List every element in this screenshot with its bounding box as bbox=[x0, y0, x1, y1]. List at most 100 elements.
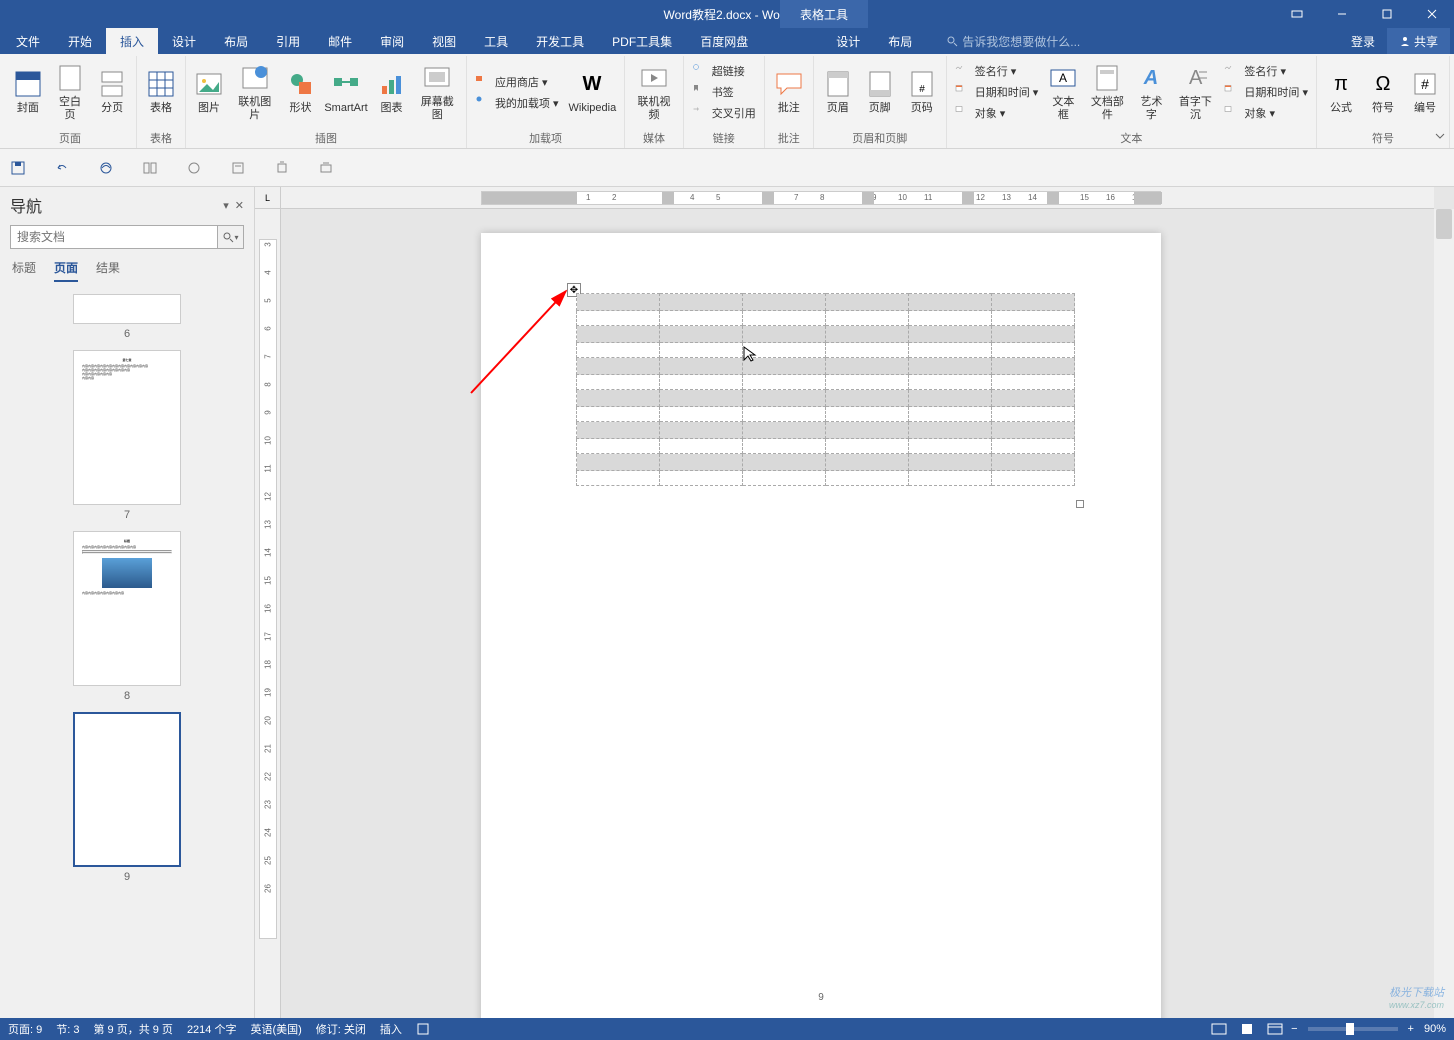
tab-layout[interactable]: 布局 bbox=[210, 28, 262, 54]
ribbon-shapes[interactable]: 形状 bbox=[282, 66, 320, 117]
qa-btn-8[interactable] bbox=[316, 158, 336, 178]
tab-references[interactable]: 引用 bbox=[262, 28, 314, 54]
minimize-button[interactable] bbox=[1319, 0, 1364, 28]
undo-icon[interactable] bbox=[52, 158, 72, 178]
zoom-slider[interactable] bbox=[1308, 1027, 1398, 1031]
tab-file[interactable]: 文件 bbox=[2, 28, 54, 54]
tab-table-layout[interactable]: 布局 bbox=[874, 28, 926, 54]
qa-btn-4[interactable] bbox=[140, 158, 160, 178]
tab-insert[interactable]: 插入 bbox=[106, 28, 158, 54]
view-read-mode[interactable] bbox=[1207, 1020, 1231, 1038]
tab-view[interactable]: 视图 bbox=[418, 28, 470, 54]
nav-search-button[interactable]: ▾ bbox=[218, 225, 244, 249]
zoom-out-button[interactable]: − bbox=[1291, 1023, 1297, 1035]
page-thumbnail-8[interactable]: 标题内容内容内容内容内容内容内容内容内容内容内容内容内容内容内容内容8 bbox=[73, 531, 181, 708]
ribbon-table[interactable]: 表格 bbox=[141, 66, 181, 117]
ribbon-store[interactable]: 应用商店 ▾ bbox=[471, 72, 563, 92]
nav-tab-results[interactable]: 结果 bbox=[96, 259, 120, 282]
ribbon-cover[interactable]: 封面 bbox=[8, 66, 48, 117]
page-thumbnail-7[interactable]: 第七章内容内容内容内容内容内容内容内容内容内容内容内容内容内容内容内容内容内容内… bbox=[73, 350, 181, 527]
ruler-corner[interactable]: L bbox=[255, 187, 281, 209]
ribbon-blank[interactable]: 空白页 bbox=[50, 60, 91, 124]
ribbon-quickparts[interactable]: 文档部件 bbox=[1084, 60, 1130, 124]
ribbon-textbox[interactable]: A文本框 bbox=[1044, 60, 1082, 124]
ribbon-picture[interactable]: 图片 bbox=[190, 66, 228, 117]
ribbon-bookmark[interactable]: 书签 bbox=[688, 82, 760, 102]
ribbon-symbol[interactable]: Ω符号 bbox=[1363, 66, 1403, 117]
tab-design[interactable]: 设计 bbox=[158, 28, 210, 54]
ribbon-datetime[interactable]: 日期和时间 ▾ bbox=[951, 82, 1043, 102]
ribbon-datetime[interactable]: 日期和时间 ▾ bbox=[1220, 82, 1312, 102]
save-icon[interactable] bbox=[8, 158, 28, 178]
scrollbar-thumb[interactable] bbox=[1436, 209, 1452, 239]
tell-me-search[interactable]: 告诉我您想要做什么... bbox=[946, 33, 1080, 50]
ribbon-video[interactable]: 联机视频 bbox=[629, 60, 679, 124]
qa-btn-6[interactable] bbox=[228, 158, 248, 178]
nav-search-input[interactable] bbox=[10, 225, 218, 249]
tab-mailings[interactable]: 邮件 bbox=[314, 28, 366, 54]
document-canvas[interactable]: L 34567891011121314151617181920212223242… bbox=[255, 187, 1454, 1018]
tab-developer[interactable]: 开发工具 bbox=[522, 28, 598, 54]
nav-tab-headings[interactable]: 标题 bbox=[12, 259, 36, 282]
ribbon-onlinepic[interactable]: 联机图片 bbox=[230, 60, 279, 124]
qa-btn-5[interactable] bbox=[184, 158, 204, 178]
zoom-in-button[interactable]: + bbox=[1408, 1023, 1414, 1035]
redo-icon[interactable] bbox=[96, 158, 116, 178]
page-thumbnail-6[interactable]: 6 bbox=[73, 294, 181, 346]
ribbon-sig[interactable]: 签名行 ▾ bbox=[951, 61, 1043, 81]
page-thumbnail-9[interactable]: 9 bbox=[73, 712, 181, 889]
nav-tab-pages[interactable]: 页面 bbox=[54, 259, 78, 282]
ribbon-object[interactable]: 对象 ▾ bbox=[951, 103, 1043, 123]
ribbon-footer[interactable]: 页脚 bbox=[860, 66, 900, 117]
nav-close-icon[interactable]: ✕ bbox=[235, 199, 244, 212]
status-page[interactable]: 页面: 9 bbox=[8, 1021, 42, 1037]
tab-tools[interactable]: 工具 bbox=[470, 28, 522, 54]
share-button[interactable]: 共享 bbox=[1387, 28, 1450, 54]
document-table[interactable] bbox=[576, 293, 1075, 486]
ribbon-screenshot[interactable]: 屏幕截图 bbox=[413, 60, 462, 124]
ribbon-addins[interactable]: 我的加载项 ▾ bbox=[471, 93, 563, 113]
close-button[interactable] bbox=[1409, 0, 1454, 28]
qa-btn-7[interactable] bbox=[272, 158, 292, 178]
ribbon-hyperlink[interactable]: 超链接 bbox=[688, 61, 760, 81]
login-button[interactable]: 登录 bbox=[1339, 28, 1387, 54]
status-insert-mode[interactable]: 插入 bbox=[380, 1021, 402, 1037]
status-macro-icon[interactable] bbox=[416, 1022, 430, 1036]
zoom-level[interactable]: 90% bbox=[1424, 1023, 1446, 1035]
status-word-count[interactable]: 2214 个字 bbox=[187, 1021, 237, 1037]
collapse-ribbon-icon[interactable] bbox=[1434, 130, 1446, 142]
tab-baidu[interactable]: 百度网盘 bbox=[686, 28, 762, 54]
ribbon-number[interactable]: #编号 bbox=[1405, 66, 1445, 117]
vertical-scrollbar[interactable] bbox=[1434, 209, 1454, 1018]
ribbon-dropcap[interactable]: A首字下沉 bbox=[1172, 60, 1218, 124]
ribbon-wiki[interactable]: WWikipedia bbox=[565, 66, 621, 117]
ribbon-crossref[interactable]: 交叉引用 bbox=[688, 103, 760, 123]
ribbon-pagenum[interactable]: #页码 bbox=[902, 66, 942, 117]
ribbon-chart[interactable]: 图表 bbox=[372, 66, 410, 117]
nav-dropdown-icon[interactable]: ▾ bbox=[223, 199, 229, 212]
ribbon-break[interactable]: 分页 bbox=[92, 66, 132, 117]
table-resize-handle[interactable] bbox=[1076, 500, 1084, 508]
document-page[interactable]: ✥ 9 bbox=[481, 233, 1161, 1018]
status-page-of[interactable]: 第 9 页，共 9 页 bbox=[93, 1021, 172, 1037]
tab-home[interactable]: 开始 bbox=[54, 28, 106, 54]
tab-table-design[interactable]: 设计 bbox=[822, 28, 874, 54]
view-web-layout[interactable] bbox=[1263, 1020, 1287, 1038]
status-track-changes[interactable]: 修订: 关闭 bbox=[316, 1021, 366, 1037]
ribbon-sig[interactable]: 签名行 ▾ bbox=[1220, 61, 1312, 81]
ribbon-header[interactable]: 页眉 bbox=[818, 66, 858, 117]
ribbon-comment[interactable]: 批注 bbox=[769, 66, 809, 117]
horizontal-ruler[interactable]: -3-2-11234567891011121314151617 bbox=[281, 187, 1434, 209]
ribbon-smartart[interactable]: SmartArt bbox=[322, 66, 371, 117]
status-language[interactable]: 英语(美国) bbox=[250, 1021, 301, 1037]
status-section[interactable]: 节: 3 bbox=[56, 1021, 79, 1037]
vertical-ruler[interactable]: 3456789101112131415161718192021222324252… bbox=[255, 209, 281, 1018]
ribbon-equation[interactable]: π公式 bbox=[1321, 66, 1361, 117]
tab-review[interactable]: 审阅 bbox=[366, 28, 418, 54]
view-print-layout[interactable] bbox=[1235, 1020, 1259, 1038]
tab-pdf[interactable]: PDF工具集 bbox=[598, 28, 686, 54]
ribbon-wordart[interactable]: A艺术字 bbox=[1132, 60, 1170, 124]
ribbon-display-options[interactable] bbox=[1274, 0, 1319, 28]
maximize-button[interactable] bbox=[1364, 0, 1409, 28]
ribbon-object[interactable]: 对象 ▾ bbox=[1220, 103, 1312, 123]
